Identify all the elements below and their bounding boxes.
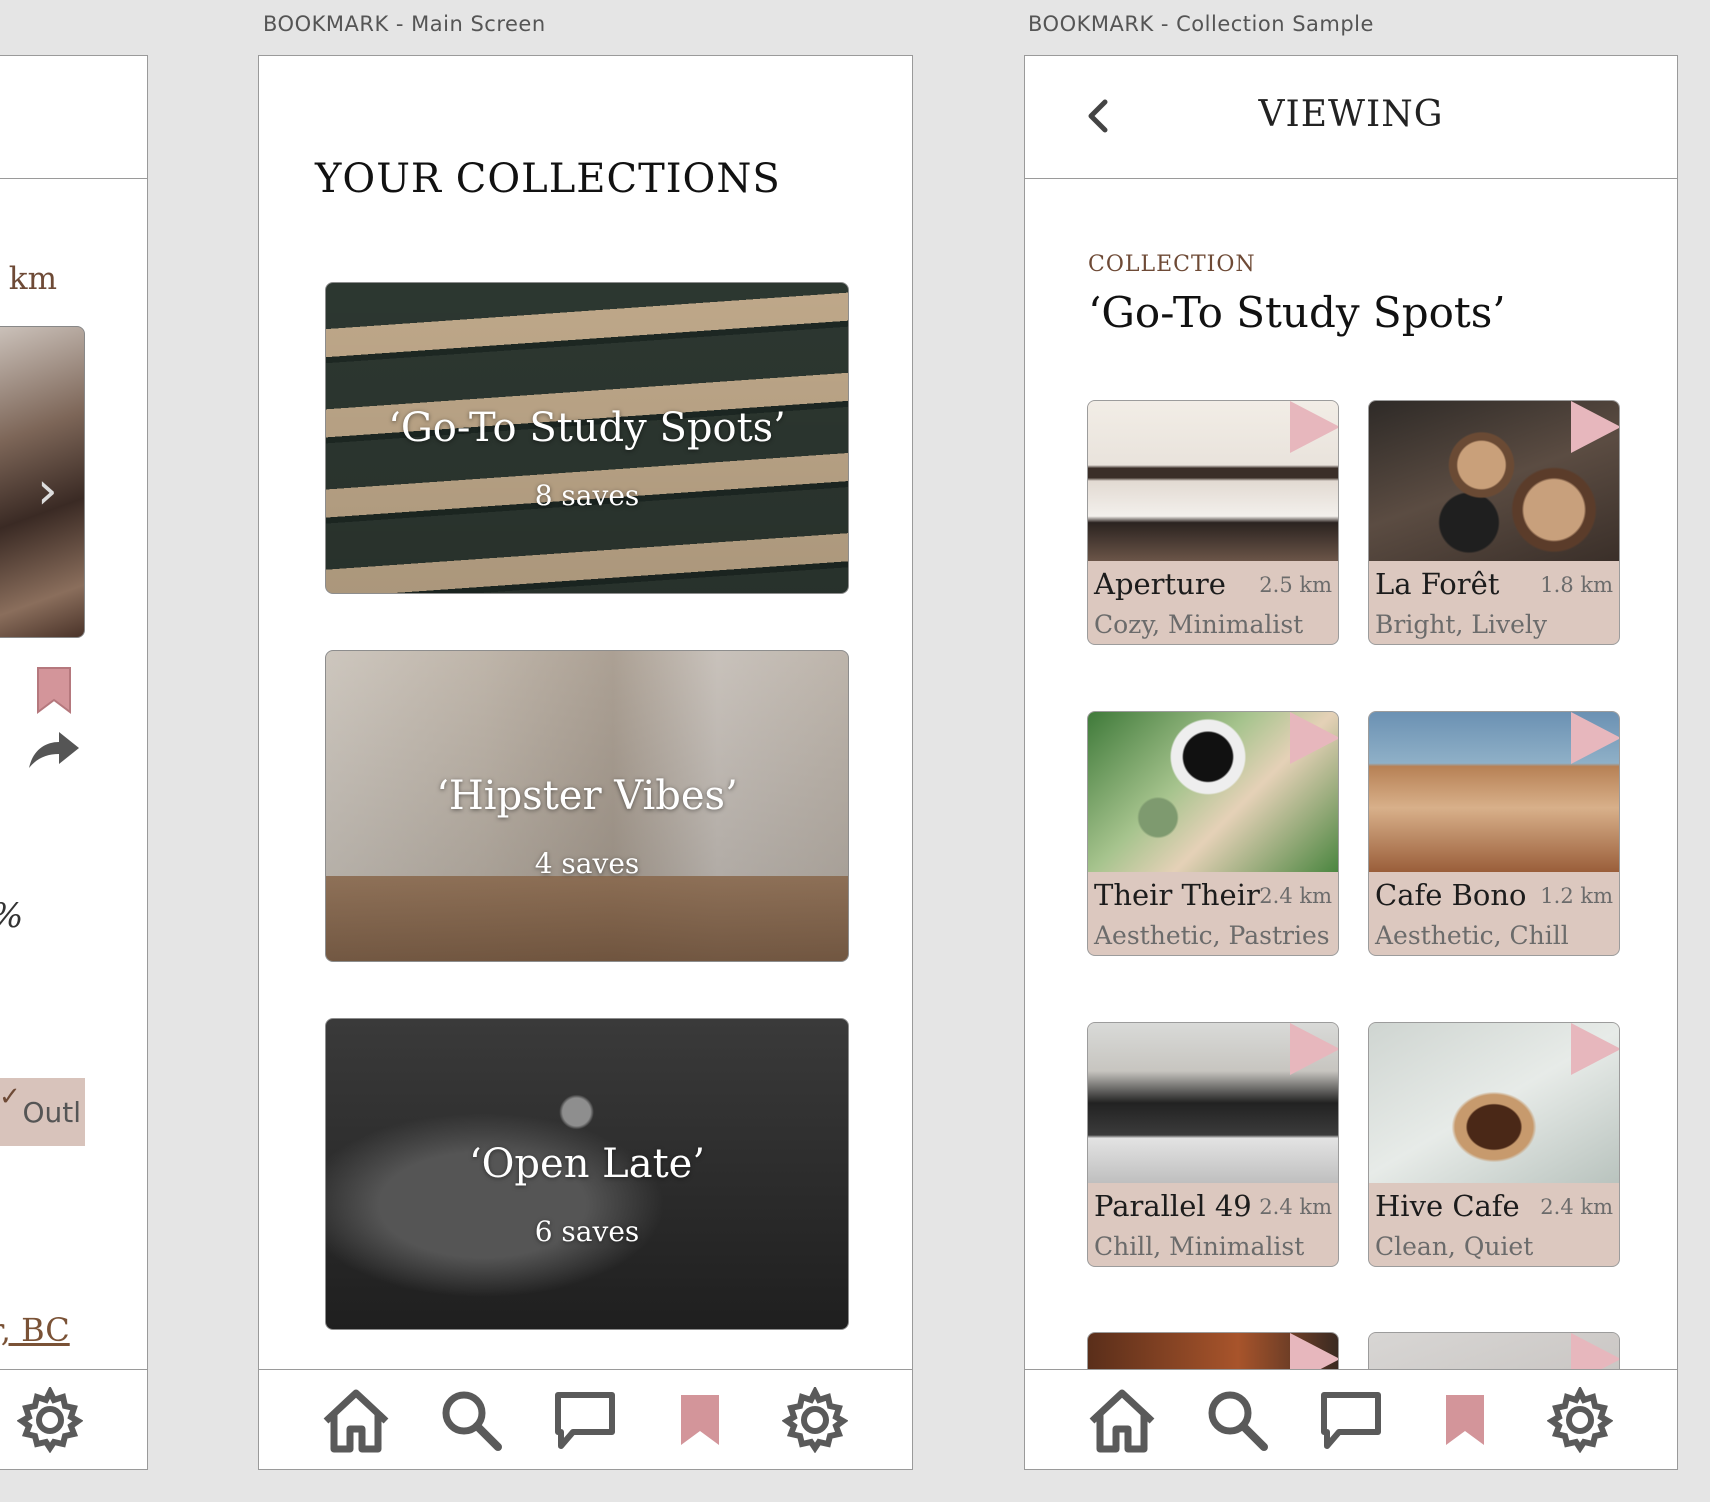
phone-detail-partial: 2.5 km › % ✓ Outl r, BC [0, 55, 148, 1470]
collection-saves: 4 saves [534, 847, 640, 880]
tab-bar [0, 1369, 147, 1469]
search-icon[interactable] [1200, 1383, 1274, 1457]
place-tags: Aesthetic, Pastries [1094, 921, 1330, 950]
chevron-right-icon[interactable]: › [37, 461, 58, 521]
place-card[interactable]: La Forêt 1.8 km Bright, Lively [1368, 400, 1620, 645]
place-name: Parallel 49 [1094, 1189, 1252, 1223]
share-icon[interactable] [25, 728, 81, 772]
bookmark-corner-icon[interactable] [1571, 401, 1619, 453]
bookmark-icon[interactable] [1428, 1383, 1502, 1457]
place-card[interactable]: Hive Cafe 2.4 km Clean, Quiet [1368, 1022, 1620, 1267]
place-distance: 1.8 km [1540, 573, 1613, 597]
frame-label-main: BOOKMARK - Main Screen [263, 12, 546, 36]
collection-kicker: COLLECTION [1088, 252, 1256, 277]
home-icon[interactable] [319, 1383, 393, 1457]
place-name: Hive Cafe [1375, 1189, 1520, 1223]
place-name: La Forêt [1375, 567, 1500, 601]
bookmark-corner-icon[interactable] [1571, 1023, 1619, 1075]
collection-card[interactable]: ‘Go-To Study Spots’ 8 saves [325, 282, 849, 594]
bookmark-corner-icon[interactable] [1571, 712, 1619, 764]
detail-distance: 2.5 km [0, 261, 57, 297]
place-card[interactable]: Parallel 49 2.4 km Chill, Minimalist [1087, 1022, 1339, 1267]
phone-collection-sample: VIEWING COLLECTION ‘Go-To Study Spots’ A… [1024, 55, 1678, 1470]
detail-header [0, 56, 147, 179]
place-tags: Clean, Quiet [1375, 1232, 1534, 1261]
home-icon[interactable] [1085, 1383, 1159, 1457]
settings-icon[interactable] [1543, 1383, 1617, 1457]
place-distance: 2.5 km [1259, 573, 1332, 597]
place-tags: Aesthetic, Chill [1375, 921, 1569, 950]
settings-icon[interactable] [778, 1383, 852, 1457]
place-card[interactable]: Their Their 2.4 km Aesthetic, Pastries [1087, 711, 1339, 956]
place-distance: 2.4 km [1259, 1195, 1332, 1219]
bookmark-corner-icon[interactable] [1290, 712, 1338, 764]
bookmark-corner-icon[interactable] [1290, 401, 1338, 453]
place-tags: Bright, Lively [1375, 610, 1547, 639]
place-tags: Chill, Minimalist [1094, 1232, 1305, 1261]
detail-tag: ✓ Outl [0, 1078, 85, 1146]
frame-label-collection: BOOKMARK - Collection Sample [1028, 12, 1374, 36]
detail-tag-label: Outl [22, 1095, 81, 1129]
collection-name: ‘Open Late’ [468, 1141, 706, 1187]
phone-main-screen: YOUR COLLECTIONS ‘Go-To Study Spots’ 8 s… [258, 55, 913, 1470]
place-distance: 1.2 km [1540, 884, 1613, 908]
collection-title: ‘Go-To Study Spots’ [1088, 288, 1506, 337]
bookmark-icon[interactable] [34, 666, 74, 714]
search-icon[interactable] [434, 1383, 508, 1457]
header-title: VIEWING [1258, 94, 1444, 135]
viewing-header: VIEWING [1025, 56, 1677, 179]
collection-card[interactable]: ‘Open Late’ 6 saves [325, 1018, 849, 1330]
collection-card[interactable]: ‘Hipster Vibes’ 4 saves [325, 650, 849, 962]
collection-saves: 8 saves [534, 479, 640, 512]
collection-name: ‘Go-To Study Spots’ [388, 405, 786, 451]
tab-bar [1025, 1369, 1677, 1469]
bookmark-corner-icon[interactable] [1290, 1023, 1338, 1075]
place-tags: Cozy, Minimalist [1094, 610, 1304, 639]
collection-name: ‘Hipster Vibes’ [436, 773, 738, 819]
place-card[interactable]: Cafe Bono 1.2 km Aesthetic, Chill [1368, 711, 1620, 956]
tab-bar [259, 1369, 912, 1469]
place-distance: 2.4 km [1259, 884, 1332, 908]
place-card[interactable]: Aperture 2.5 km Cozy, Minimalist [1087, 400, 1339, 645]
chat-icon[interactable] [548, 1383, 622, 1457]
place-name: Aperture [1094, 567, 1226, 601]
detail-percent: % [0, 896, 23, 936]
bookmark-icon[interactable] [663, 1383, 737, 1457]
detail-location-link[interactable]: r, BC [0, 1311, 70, 1349]
settings-icon[interactable] [13, 1383, 87, 1457]
page-title: YOUR COLLECTIONS [315, 156, 781, 202]
place-name: Cafe Bono [1375, 878, 1527, 912]
check-icon: ✓ [0, 1082, 21, 1112]
collection-saves: 6 saves [534, 1215, 640, 1248]
place-distance: 2.4 km [1540, 1195, 1613, 1219]
place-name: Their Their [1094, 878, 1260, 912]
chat-icon[interactable] [1314, 1383, 1388, 1457]
